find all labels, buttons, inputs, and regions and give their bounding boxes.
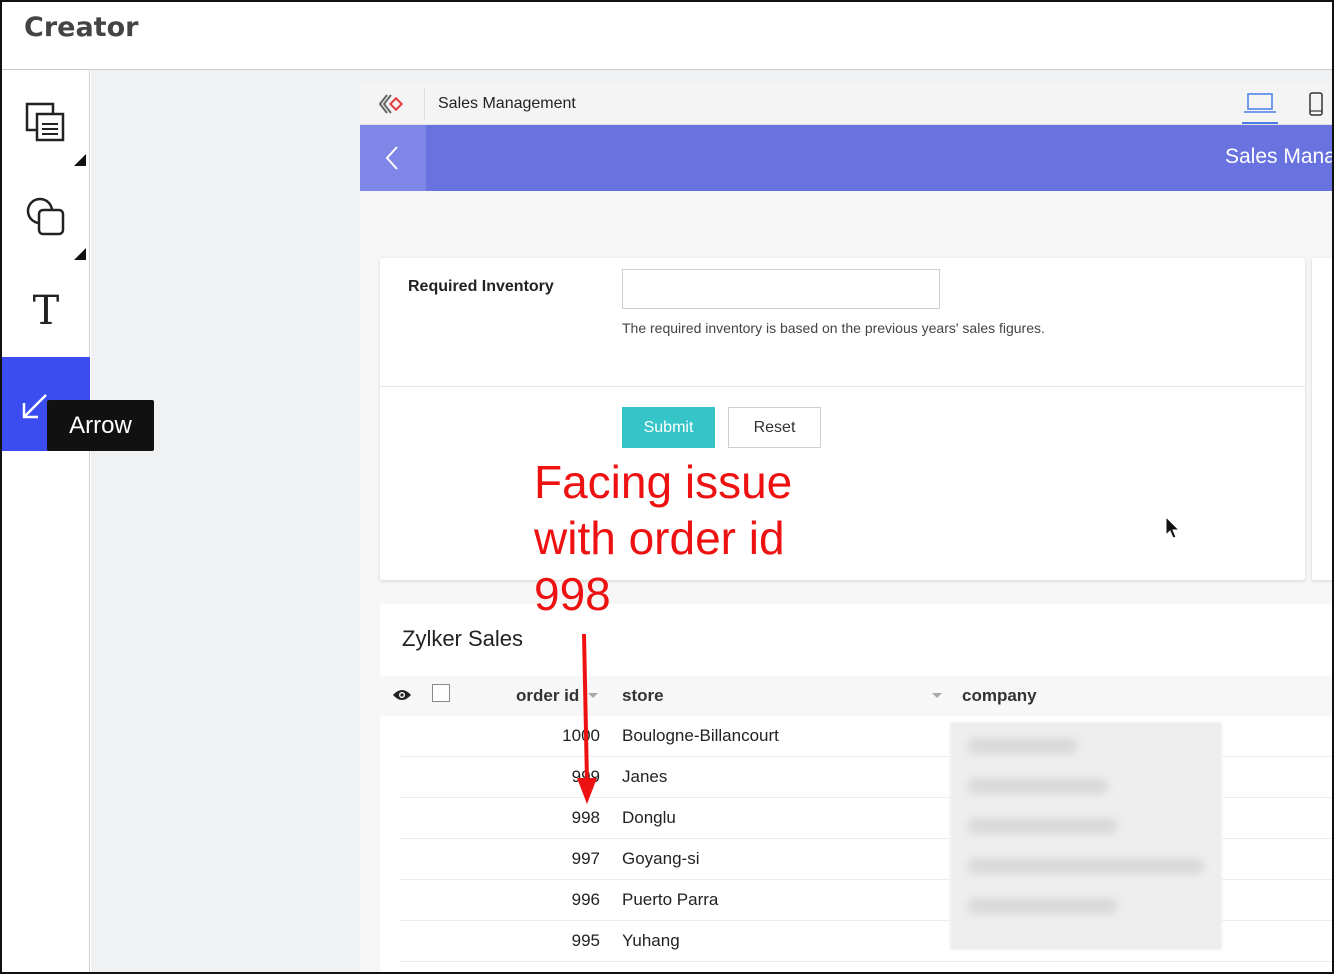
side-card bbox=[1312, 258, 1332, 580]
store-cell: Goyang-si bbox=[622, 849, 700, 868]
submenu-indicator-icon bbox=[74, 248, 86, 260]
layers-tool-button[interactable] bbox=[2, 76, 90, 170]
screenshot-frame: Creator T Arrow Sales Management Sales M… bbox=[0, 0, 1334, 974]
sort-caret-icon[interactable] bbox=[932, 693, 942, 698]
select-all-checkbox[interactable] bbox=[432, 684, 450, 702]
column-header-order-id[interactable]: order id bbox=[516, 686, 579, 706]
desktop-view-toggle[interactable] bbox=[1242, 90, 1278, 124]
app-title: Creator bbox=[24, 12, 139, 43]
text-tool-button[interactable]: T bbox=[2, 264, 90, 358]
tool-palette: T bbox=[2, 70, 90, 972]
store-cell: Boulogne-Billancourt bbox=[622, 726, 779, 745]
order-id-cell: 997 bbox=[571, 849, 600, 868]
column-header-company[interactable]: company bbox=[962, 686, 1037, 706]
store-cell: Puerto Parra bbox=[622, 890, 719, 909]
company-column-redacted bbox=[950, 722, 1222, 950]
store-cell: Janes bbox=[622, 767, 668, 786]
column-header-store[interactable]: store bbox=[622, 686, 664, 706]
preview-app-name: Sales Management bbox=[438, 95, 576, 112]
report-title: Zylker Sales bbox=[402, 626, 524, 651]
form-divider bbox=[380, 386, 1305, 387]
store-cell: Donglu bbox=[622, 808, 676, 827]
order-id-cell: 995 bbox=[571, 931, 600, 950]
app-header-bar: Sales Management bbox=[360, 125, 1332, 191]
required-inventory-label: Required Inventory bbox=[408, 278, 554, 295]
store-cell: Yuhang bbox=[622, 931, 680, 950]
header-divider bbox=[424, 88, 425, 120]
arrow-tooltip: Arrow bbox=[47, 400, 154, 451]
layers-icon bbox=[25, 102, 65, 142]
mobile-view-toggle[interactable] bbox=[1306, 90, 1326, 120]
preview-header: Sales Management bbox=[360, 82, 1332, 125]
eye-icon[interactable] bbox=[392, 688, 412, 702]
order-id-cell: 996 bbox=[571, 890, 600, 909]
back-button[interactable] bbox=[360, 125, 426, 191]
submenu-indicator-icon bbox=[74, 154, 86, 166]
zoho-creator-logo-icon bbox=[378, 94, 404, 114]
zylker-sales-report: Zylker Sales order id store company 1000… bbox=[380, 604, 1332, 972]
annotation-text: Facing issue with order id 998 bbox=[534, 456, 793, 620]
report-header-row: order id store company bbox=[380, 676, 1332, 716]
reset-button[interactable]: Reset bbox=[728, 407, 821, 448]
text-icon: T bbox=[32, 288, 60, 334]
submit-button[interactable]: Submit bbox=[622, 407, 715, 448]
title-bar: Creator bbox=[2, 2, 1332, 70]
laptop-icon bbox=[1244, 93, 1276, 113]
required-inventory-input[interactable] bbox=[622, 269, 940, 309]
shapes-icon bbox=[26, 197, 65, 236]
mouse-cursor-icon bbox=[1165, 516, 1181, 539]
shapes-tool-button[interactable] bbox=[2, 170, 90, 264]
app-header-title: Sales Management bbox=[1225, 145, 1332, 168]
phone-icon bbox=[1309, 92, 1323, 116]
required-inventory-help: The required inventory is based on the p… bbox=[622, 320, 1045, 336]
chevron-left-icon bbox=[385, 146, 398, 170]
annotation-arrow-icon bbox=[577, 633, 597, 804]
